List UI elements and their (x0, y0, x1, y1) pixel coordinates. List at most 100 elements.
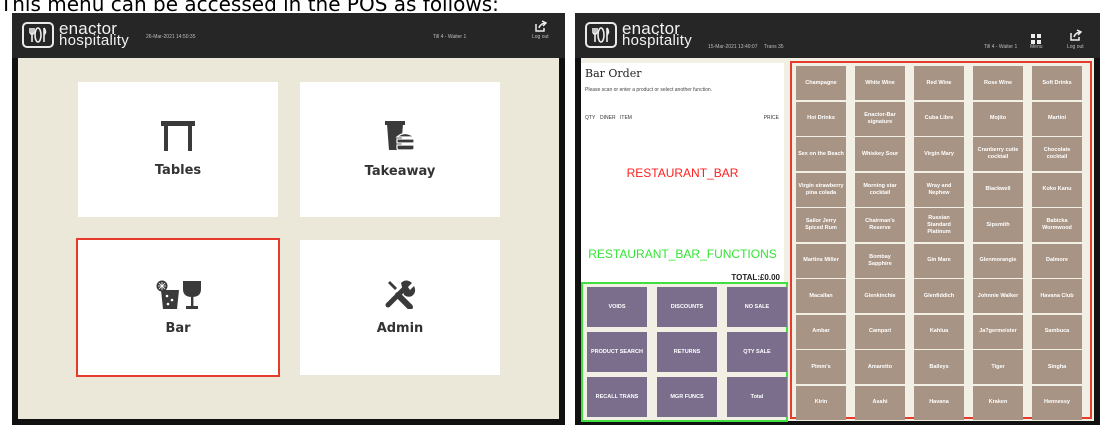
product-button-wray-and-nephew[interactable]: Wray and Nephew (914, 172, 964, 207)
tile-bar[interactable]: Bar (76, 238, 280, 377)
product-button-johnnie-walker[interactable]: Johnnie Walker (973, 279, 1023, 313)
product-button-virgin-mary[interactable]: Virgin Mary (914, 137, 964, 171)
product-button-russian-standard-platinum[interactable]: Russian Standard Platinum (914, 208, 964, 242)
product-button-kahlua[interactable]: Kahlua (914, 314, 964, 349)
product-button-martins-miller[interactable]: Martins Miller (796, 243, 846, 278)
col-price: PRICE (763, 115, 779, 121)
product-button-sex-on-the-beach[interactable]: Sex on the Beach (796, 137, 846, 171)
product-button-singha[interactable]: Singha (1032, 350, 1082, 384)
product-button-amaretto[interactable]: Amaretto (855, 350, 905, 384)
tile-tables[interactable]: Tables (78, 82, 278, 217)
brand-line2: hospitality (622, 32, 693, 49)
product-button-glenmorangie[interactable]: Glenmorangie (973, 243, 1023, 278)
product-button-tiger[interactable]: Tiger (973, 350, 1023, 384)
product-button-sambuca[interactable]: Sambuca (1032, 314, 1082, 349)
product-button-pimm-s[interactable]: Pimm's (796, 350, 846, 384)
logout-label: Log out (532, 34, 549, 40)
col-qty: QTY (585, 115, 596, 121)
product-button-gin-mare[interactable]: Gin Mare (914, 243, 964, 278)
product-button-kraken[interactable]: Kraken (973, 385, 1023, 420)
trans-number: Trans 35 (764, 44, 784, 50)
product-button-bombay-sapphire[interactable]: Bombay Sapphire (855, 243, 905, 278)
product-button-baileys[interactable]: Baileys (914, 350, 964, 384)
enactor-logo: enactor hospitality (585, 20, 693, 49)
home-tiles-area: Tables Takeaway Bar Admin (18, 58, 559, 419)
product-button-campari[interactable]: Campari (855, 314, 905, 349)
product-button-kirin[interactable]: Kirin (796, 385, 846, 420)
tile-takeaway-label: Takeaway (364, 164, 436, 179)
product-button-virgin-strawberry-pina-colada[interactable]: Virgin strawberry pina colada (796, 172, 846, 207)
function-button-discounts[interactable]: DISCOUNTS (657, 287, 717, 327)
product-button-dalmore[interactable]: Dalmore (1032, 243, 1082, 278)
product-button-mojito[interactable]: Mojito (973, 101, 1023, 136)
product-button-blackwell[interactable]: Blackwell (973, 172, 1023, 207)
product-button-champagne[interactable]: Champagne (796, 66, 846, 100)
function-button-total[interactable]: Total (727, 377, 787, 417)
logo-icon (22, 22, 54, 48)
brand-line2: hospitality (59, 32, 130, 49)
restaurant-bar-functions-label: RESTAURANT_BAR_FUNCTIONS (588, 247, 777, 261)
top-bar: enactor hospitality 15-Mar-2021 13:40:07… (575, 13, 1100, 58)
order-hint: Please scan or enter a product or select… (585, 87, 713, 93)
till-info: Till 4 - Waiter 1 (433, 34, 467, 40)
menu-label: Menu (1030, 44, 1043, 50)
tile-admin-label: Admin (376, 321, 424, 336)
product-button-asahi[interactable]: Asahi (855, 385, 905, 420)
product-button-white-wine[interactable]: White Wine (855, 66, 905, 100)
product-button-cranberry-cutie-cocktail[interactable]: Cranberry cutie cocktail (973, 137, 1023, 171)
product-button-martini[interactable]: Martini (1032, 101, 1082, 136)
product-button-sipsmith[interactable]: Sipsmith (973, 208, 1023, 242)
product-button-havana[interactable]: Havana (914, 385, 964, 420)
product-button-whiskey-sour[interactable]: Whiskey Sour (855, 137, 905, 171)
product-button-chairman-s-reserve[interactable]: Chairman's Reserve (855, 208, 905, 242)
product-button-hot-drinks[interactable]: Hot Drinks (796, 101, 846, 136)
bar-order-area: Bar Order Please scan or enter a product… (581, 58, 1094, 422)
product-button-cuba-libre[interactable]: Cuba Libre (914, 101, 964, 136)
function-button-qty-sale[interactable]: QTY SALE (727, 332, 787, 372)
product-button-havana-club[interactable]: Havana Club (1032, 279, 1082, 313)
product-button-ambar[interactable]: Ambar (796, 314, 846, 349)
product-button-sailor-jerry-spiced-rum[interactable]: Sailor Jerry Spiced Rum (796, 208, 846, 242)
product-button-red-wine[interactable]: Red Wine (914, 66, 964, 100)
product-button-babicka-wormwood[interactable]: Babicka Wormwood (1032, 208, 1082, 242)
product-buttons-panel: Champagne White Wine Red Wine Rose Wine Soft… (790, 61, 1092, 420)
order-total: TOTAL:£0.00 (731, 273, 780, 282)
product-button-enactor-bar-signature[interactable]: Enactor-Bar signature (855, 101, 905, 136)
takeaway-icon (385, 121, 416, 151)
table-icon (161, 121, 195, 151)
function-buttons-panel: VOIDS DISCOUNTS NO SALE PRODUCT SEARCH RETUR… (581, 282, 788, 422)
product-button-hennessy[interactable]: Hennessy (1032, 385, 1082, 420)
product-button-morning-star-cocktail[interactable]: Morning star cocktail (855, 172, 905, 207)
product-button-chocolate-cocktail[interactable]: Chocolate cocktail (1032, 137, 1082, 171)
enactor-logo: enactor hospitality (22, 20, 130, 49)
tile-admin[interactable]: Admin (300, 240, 500, 375)
function-button-product-search[interactable]: PRODUCT SEARCH (587, 332, 647, 372)
tile-takeaway[interactable]: Takeaway (300, 82, 500, 217)
logout-icon (1070, 29, 1083, 41)
function-button-mgr-funcs[interactable]: MGR FUNCS (657, 377, 717, 417)
product-button-rose-wine[interactable]: Rose Wine (973, 66, 1023, 100)
col-diner: DINER (600, 115, 616, 121)
datetime: 15-Mar-2021 13:40:07 (708, 44, 758, 50)
function-button-returns[interactable]: RETURNS (657, 332, 717, 372)
order-title: Bar Order (585, 67, 642, 80)
function-button-voids[interactable]: VOIDS (587, 287, 647, 327)
till-info: Till 4 - Waiter 1 (984, 44, 1018, 50)
logo-icon (585, 22, 617, 48)
logout-label: Log out (1067, 44, 1084, 50)
grid-menu-icon (1031, 34, 1041, 44)
function-button-recall-trans[interactable]: RECALL TRANS (587, 377, 647, 417)
restaurant-bar-label: RESTAURANT_BAR (626, 166, 739, 180)
product-button-glenkinchie[interactable]: Glenkinchie (855, 279, 905, 313)
product-button-soft-drinks[interactable]: Soft Drinks (1032, 66, 1082, 100)
caption-text: This menu can be accessed in the POS as … (0, 0, 499, 14)
function-button-no-sale[interactable]: NO SALE (727, 287, 787, 327)
pos-home-screen: enactor hospitality 26-Mar-2021 14:50:35… (12, 13, 565, 425)
product-button-koko-kanu[interactable]: Koko Kanu (1032, 172, 1082, 207)
col-item: ITEM (620, 115, 632, 121)
product-button-macallan[interactable]: Macallan (796, 279, 846, 313)
tile-bar-label: Bar (165, 321, 191, 336)
product-button-ja-germeister[interactable]: Ja?germeister (973, 314, 1023, 349)
product-button-glenfiddich[interactable]: Glenfiddich (914, 279, 964, 313)
logout-icon (535, 20, 548, 32)
